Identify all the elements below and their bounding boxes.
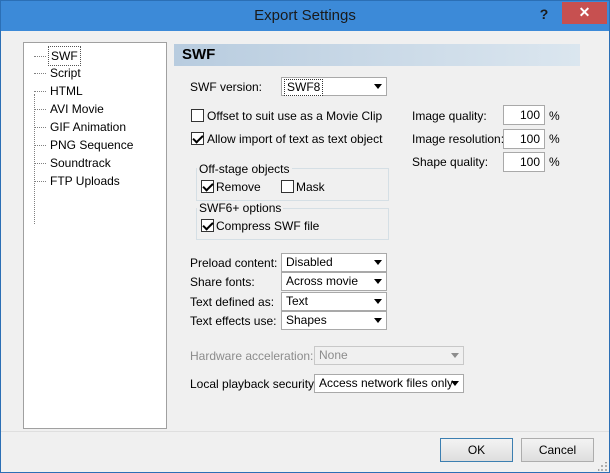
shape-quality-label: Shape quality: [412,155,489,169]
text-effects-value: Shapes [286,313,327,327]
chevron-down-icon [374,260,382,265]
image-resolution-unit: % [549,132,560,146]
chevron-down-icon [374,318,382,323]
shape-quality-input[interactable]: 100 [503,152,545,172]
offstage-objects-title: Off-stage objects [197,162,292,176]
share-fonts-label: Share fonts: [190,275,255,289]
text-defined-value: Text [286,294,309,308]
shape-quality-unit: % [549,155,560,169]
nav-item-png-sequence[interactable]: PNG Sequence [34,136,135,154]
chevron-down-icon [374,299,382,304]
preload-content-label: Preload content: [190,256,278,270]
image-quality-label: Image quality: [412,109,487,123]
swf6-options-title: SWF6+ options [197,201,284,215]
nav-item-soundtrack[interactable]: Soundtrack [34,154,113,172]
allow-import-text-label: Allow import of text as text object [207,132,383,146]
nav-item-avi-movie[interactable]: AVI Movie [34,100,106,118]
ok-button[interactable]: OK [440,438,513,462]
swf-version-label: SWF version: [190,80,263,94]
chevron-down-icon [374,279,382,284]
settings-nav-tree: SWF Script HTML AVI Movie GIF Animation … [23,42,167,429]
text-defined-select[interactable]: Text [281,292,387,311]
hardware-acceleration-label: Hardware acceleration: [190,349,314,363]
nav-item-html[interactable]: HTML [34,82,85,100]
section-title: SWF [182,46,216,63]
image-resolution-label: Image resolution: [412,132,505,146]
resize-grip-icon[interactable] [598,462,608,472]
offstage-remove-checkbox[interactable] [201,180,214,193]
nav-item-swf[interactable]: SWF [34,46,81,66]
chevron-down-icon [374,84,382,89]
text-defined-label: Text defined as: [190,295,275,309]
nav-item-gif-animation[interactable]: GIF Animation [34,118,128,136]
compress-swf-label: Compress SWF file [216,219,320,233]
offstage-mask-label: Mask [296,180,325,194]
cancel-button[interactable]: Cancel [521,438,594,462]
share-fonts-value: Across movie [286,274,359,288]
chevron-down-icon [451,381,459,386]
title-bar[interactable]: Export Settings ? ✕ [1,1,609,31]
local-playback-security-value: Access network files only [319,376,454,390]
swf-version-value: SWF8 [284,79,324,96]
hardware-acceleration-select: None [314,346,464,365]
preload-content-select[interactable]: Disabled [281,253,387,272]
section-header: SWF [174,44,580,66]
compress-swf-checkbox[interactable] [201,219,214,232]
offset-movie-clip-label: Offset to suit use as a Movie Clip [207,109,383,123]
preload-content-value: Disabled [286,255,333,269]
chevron-down-icon [451,353,459,358]
offstage-mask-checkbox[interactable] [281,180,294,193]
offset-movie-clip-checkbox[interactable] [191,109,204,122]
footer-divider [1,431,609,432]
close-button[interactable]: ✕ [562,2,607,24]
text-effects-select[interactable]: Shapes [281,311,387,330]
help-button[interactable]: ? [529,3,559,25]
text-effects-label: Text effects use: [190,314,277,328]
nav-item-ftp-uploads[interactable]: FTP Uploads [34,172,122,190]
export-settings-window: Export Settings ? ✕ SWF Script HTML AVI … [0,0,610,473]
allow-import-text-checkbox[interactable] [191,132,204,145]
swf-version-select[interactable]: SWF8 [281,77,387,96]
nav-item-script[interactable]: Script [34,64,83,82]
share-fonts-select[interactable]: Across movie [281,272,387,291]
hardware-acceleration-value: None [319,348,348,362]
image-quality-unit: % [549,109,560,123]
window-title: Export Settings [254,7,356,24]
local-playback-security-select[interactable]: Access network files only [314,374,464,393]
offstage-remove-label: Remove [216,180,261,194]
image-resolution-input[interactable]: 100 [503,129,545,149]
image-quality-input[interactable]: 100 [503,105,545,125]
local-playback-security-label: Local playback security: [190,377,318,391]
